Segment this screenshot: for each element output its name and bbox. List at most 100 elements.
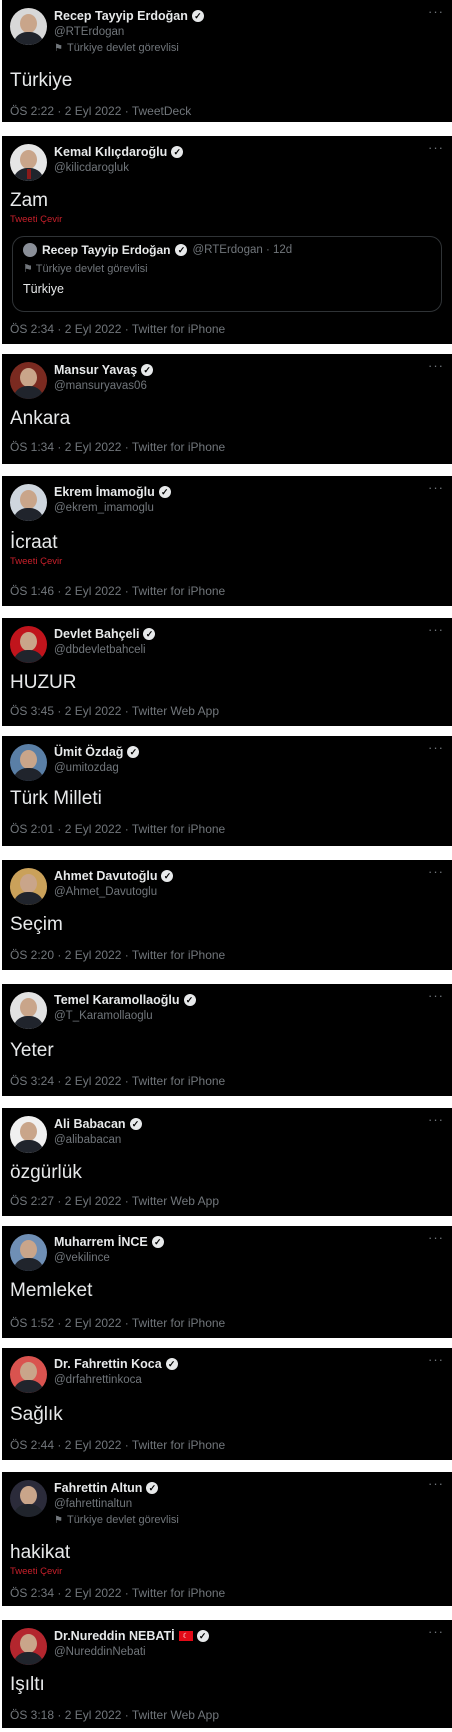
- avatar[interactable]: [10, 1116, 47, 1153]
- tweet-card[interactable]: Ali Babacan ✓ @alibabacan ··· özgürlük Ö…: [2, 1108, 452, 1216]
- author-name[interactable]: Temel Karamollaoğlu: [54, 993, 180, 1007]
- author-name[interactable]: Ümit Özdağ: [54, 745, 123, 759]
- author-name[interactable]: Ahmet Davutoğlu: [54, 869, 157, 883]
- translate-link[interactable]: Tweeti Çevir: [10, 556, 62, 567]
- avatar[interactable]: [10, 744, 47, 781]
- verified-check-icon: ✓: [141, 364, 154, 376]
- avatar[interactable]: [10, 1356, 47, 1393]
- tweet-text: Türkiye: [10, 70, 73, 91]
- tweet-meta[interactable]: ÖS 2:44 · 2 Eyl 2022 · Twitter for iPhon…: [10, 1438, 225, 1452]
- tweet-card[interactable]: Ümit Özdağ ✓ @umitozdag ··· Türk Milleti…: [2, 736, 452, 846]
- tweet-meta[interactable]: ÖS 2:34 · 2 Eyl 2022 · Twitter for iPhon…: [10, 322, 225, 336]
- author-handle[interactable]: @drfahrettinkoca: [54, 1374, 422, 1386]
- avatar[interactable]: [10, 1234, 47, 1271]
- tweet-text: Işıltı: [10, 1674, 45, 1695]
- author-handle[interactable]: @T_Karamollaoglu: [54, 1010, 422, 1022]
- tweet-meta[interactable]: ÖS 1:46 · 2 Eyl 2022 · Twitter for iPhon…: [10, 584, 225, 598]
- tweet-card[interactable]: Dr.Nureddin NEBATİ ☾ ✓ @NureddinNebati ·…: [2, 1620, 452, 1728]
- tweet-card[interactable]: Fahrettin Altun ✓ @fahrettinaltun ⚑ Türki…: [2, 1472, 452, 1606]
- quoted-affiliation: ⚑ Türkiye devlet görevlisi: [23, 263, 148, 275]
- avatar[interactable]: [10, 362, 47, 399]
- tweet-meta[interactable]: ÖS 2:34 · 2 Eyl 2022 · Twitter for iPhon…: [10, 1586, 225, 1600]
- more-dots-icon[interactable]: ···: [428, 1112, 444, 1127]
- author-handle[interactable]: @alibabacan: [54, 1134, 422, 1146]
- author-name[interactable]: Kemal Kılıçdaroğlu: [54, 145, 167, 159]
- verified-check-icon: ✓: [183, 994, 196, 1006]
- tweet-text: İcraat: [10, 532, 58, 553]
- tweet-card[interactable]: Ahmet Davutoğlu ✓ @Ahmet_Davutoglu ··· S…: [2, 860, 452, 970]
- avatar[interactable]: [10, 1628, 47, 1665]
- tweet-meta[interactable]: ÖS 3:24 · 2 Eyl 2022 · Twitter for iPhon…: [10, 1074, 225, 1088]
- verified-check-icon: ✓: [129, 1118, 142, 1130]
- more-dots-icon[interactable]: ···: [428, 4, 444, 19]
- tweet-meta[interactable]: ÖS 2:22 · 2 Eyl 2022 · TweetDeck: [10, 104, 191, 118]
- author-name[interactable]: Dr. Fahrettin Koca: [54, 1357, 162, 1371]
- more-dots-icon[interactable]: ···: [428, 358, 444, 373]
- author-handle[interactable]: @dbdevletbahceli: [54, 644, 422, 656]
- author-name[interactable]: Devlet Bahçeli: [54, 627, 139, 641]
- author-handle[interactable]: @Ahmet_Davutoglu: [54, 886, 422, 898]
- author-handle[interactable]: @ekrem_imamoglu: [54, 502, 422, 514]
- more-dots-icon[interactable]: ···: [428, 1230, 444, 1245]
- tweet-card[interactable]: Ekrem İmamoğlu ✓ @ekrem_imamoglu ··· İcr…: [2, 476, 452, 606]
- translate-link[interactable]: Tweeti Çevir: [10, 1566, 62, 1577]
- more-dots-icon[interactable]: ···: [428, 1352, 444, 1367]
- author-name[interactable]: Recep Tayyip Erdoğan: [54, 9, 188, 23]
- more-dots-icon[interactable]: ···: [428, 864, 444, 879]
- tweet-card[interactable]: Recep Tayyip Erdoğan ✓ @RTErdogan ⚑ Türki…: [2, 0, 452, 122]
- verified-check-icon: ✓: [146, 1482, 159, 1494]
- quoted-author-name: Recep Tayyip Erdoğan: [42, 243, 171, 257]
- more-dots-icon[interactable]: ···: [428, 740, 444, 755]
- tweet-text: Zam: [10, 190, 48, 211]
- tweet-text: özgürlük: [10, 1162, 82, 1183]
- avatar[interactable]: [10, 868, 47, 905]
- avatar[interactable]: [10, 144, 47, 181]
- tweet-meta[interactable]: ÖS 2:01 · 2 Eyl 2022 · Twitter for iPhon…: [10, 822, 225, 836]
- author-handle[interactable]: @umitozdag: [54, 762, 422, 774]
- avatar[interactable]: [10, 992, 47, 1029]
- more-dots-icon[interactable]: ···: [428, 1476, 444, 1491]
- tweet-meta[interactable]: ÖS 2:27 · 2 Eyl 2022 · Twitter Web App: [10, 1194, 219, 1208]
- tweet-meta[interactable]: ÖS 1:34 · 2 Eyl 2022 · Twitter for iPhon…: [10, 440, 225, 454]
- verified-check-icon: ✓: [175, 244, 188, 256]
- avatar[interactable]: [10, 626, 47, 663]
- tweet-meta[interactable]: ÖS 3:45 · 2 Eyl 2022 · Twitter Web App: [10, 704, 219, 718]
- tweet-card[interactable]: Dr. Fahrettin Koca ✓ @drfahrettinkoca ··…: [2, 1348, 452, 1460]
- more-dots-icon[interactable]: ···: [428, 140, 444, 155]
- verified-check-icon: ✓: [151, 1236, 164, 1248]
- more-dots-icon[interactable]: ···: [428, 1624, 444, 1639]
- more-dots-icon[interactable]: ···: [428, 480, 444, 495]
- author-name[interactable]: Ali Babacan: [54, 1117, 126, 1131]
- author-name[interactable]: Dr.Nureddin NEBATİ: [54, 1629, 175, 1643]
- avatar[interactable]: [10, 484, 47, 521]
- quoted-avatar: [23, 243, 37, 257]
- tweet-card[interactable]: Devlet Bahçeli ✓ @dbdevletbahceli ··· HU…: [2, 618, 452, 726]
- quoted-tweet[interactable]: Recep Tayyip Erdoğan ✓ @RTErdogan · 12d …: [12, 236, 442, 312]
- verified-check-icon: ✓: [196, 1630, 209, 1642]
- tweet-meta[interactable]: ÖS 3:18 · 2 Eyl 2022 · Twitter Web App: [10, 1708, 219, 1722]
- more-dots-icon[interactable]: ···: [428, 988, 444, 1003]
- author-name[interactable]: Mansur Yavaş: [54, 363, 137, 377]
- tweet-card[interactable]: Kemal Kılıçdaroğlu ✓ @kilicdarogluk ··· …: [2, 136, 452, 344]
- tweet-meta[interactable]: ÖS 2:20 · 2 Eyl 2022 · Twitter for iPhon…: [10, 948, 225, 962]
- tweet-card[interactable]: Muharrem İNCE ✓ @vekilince ··· Memleket …: [2, 1226, 452, 1338]
- quoted-text: Türkiye: [23, 282, 64, 296]
- author-name[interactable]: Fahrettin Altun: [54, 1481, 142, 1495]
- tweet-meta[interactable]: ÖS 1:52 · 2 Eyl 2022 · Twitter for iPhon…: [10, 1316, 225, 1330]
- author-handle[interactable]: @fahrettinaltun: [54, 1498, 422, 1510]
- avatar[interactable]: [10, 1480, 47, 1517]
- author-handle[interactable]: @NureddinNebati: [54, 1646, 422, 1658]
- more-dots-icon[interactable]: ···: [428, 622, 444, 637]
- translate-link[interactable]: Tweeti Çevir: [10, 214, 62, 225]
- verified-check-icon: ✓: [127, 746, 140, 758]
- verified-check-icon: ✓: [161, 870, 174, 882]
- author-name[interactable]: Muharrem İNCE: [54, 1235, 148, 1249]
- tweet-card[interactable]: Temel Karamollaoğlu ✓ @T_Karamollaoglu ·…: [2, 984, 452, 1096]
- author-name[interactable]: Ekrem İmamoğlu: [54, 485, 155, 499]
- author-handle[interactable]: @kilicdarogluk: [54, 162, 422, 174]
- avatar[interactable]: [10, 8, 47, 45]
- tweet-card[interactable]: Mansur Yavaş ✓ @mansuryavas06 ··· Ankara…: [2, 354, 452, 464]
- author-handle[interactable]: @RTErdogan: [54, 26, 422, 38]
- author-handle[interactable]: @mansuryavas06: [54, 380, 422, 392]
- author-handle[interactable]: @vekilince: [54, 1252, 422, 1264]
